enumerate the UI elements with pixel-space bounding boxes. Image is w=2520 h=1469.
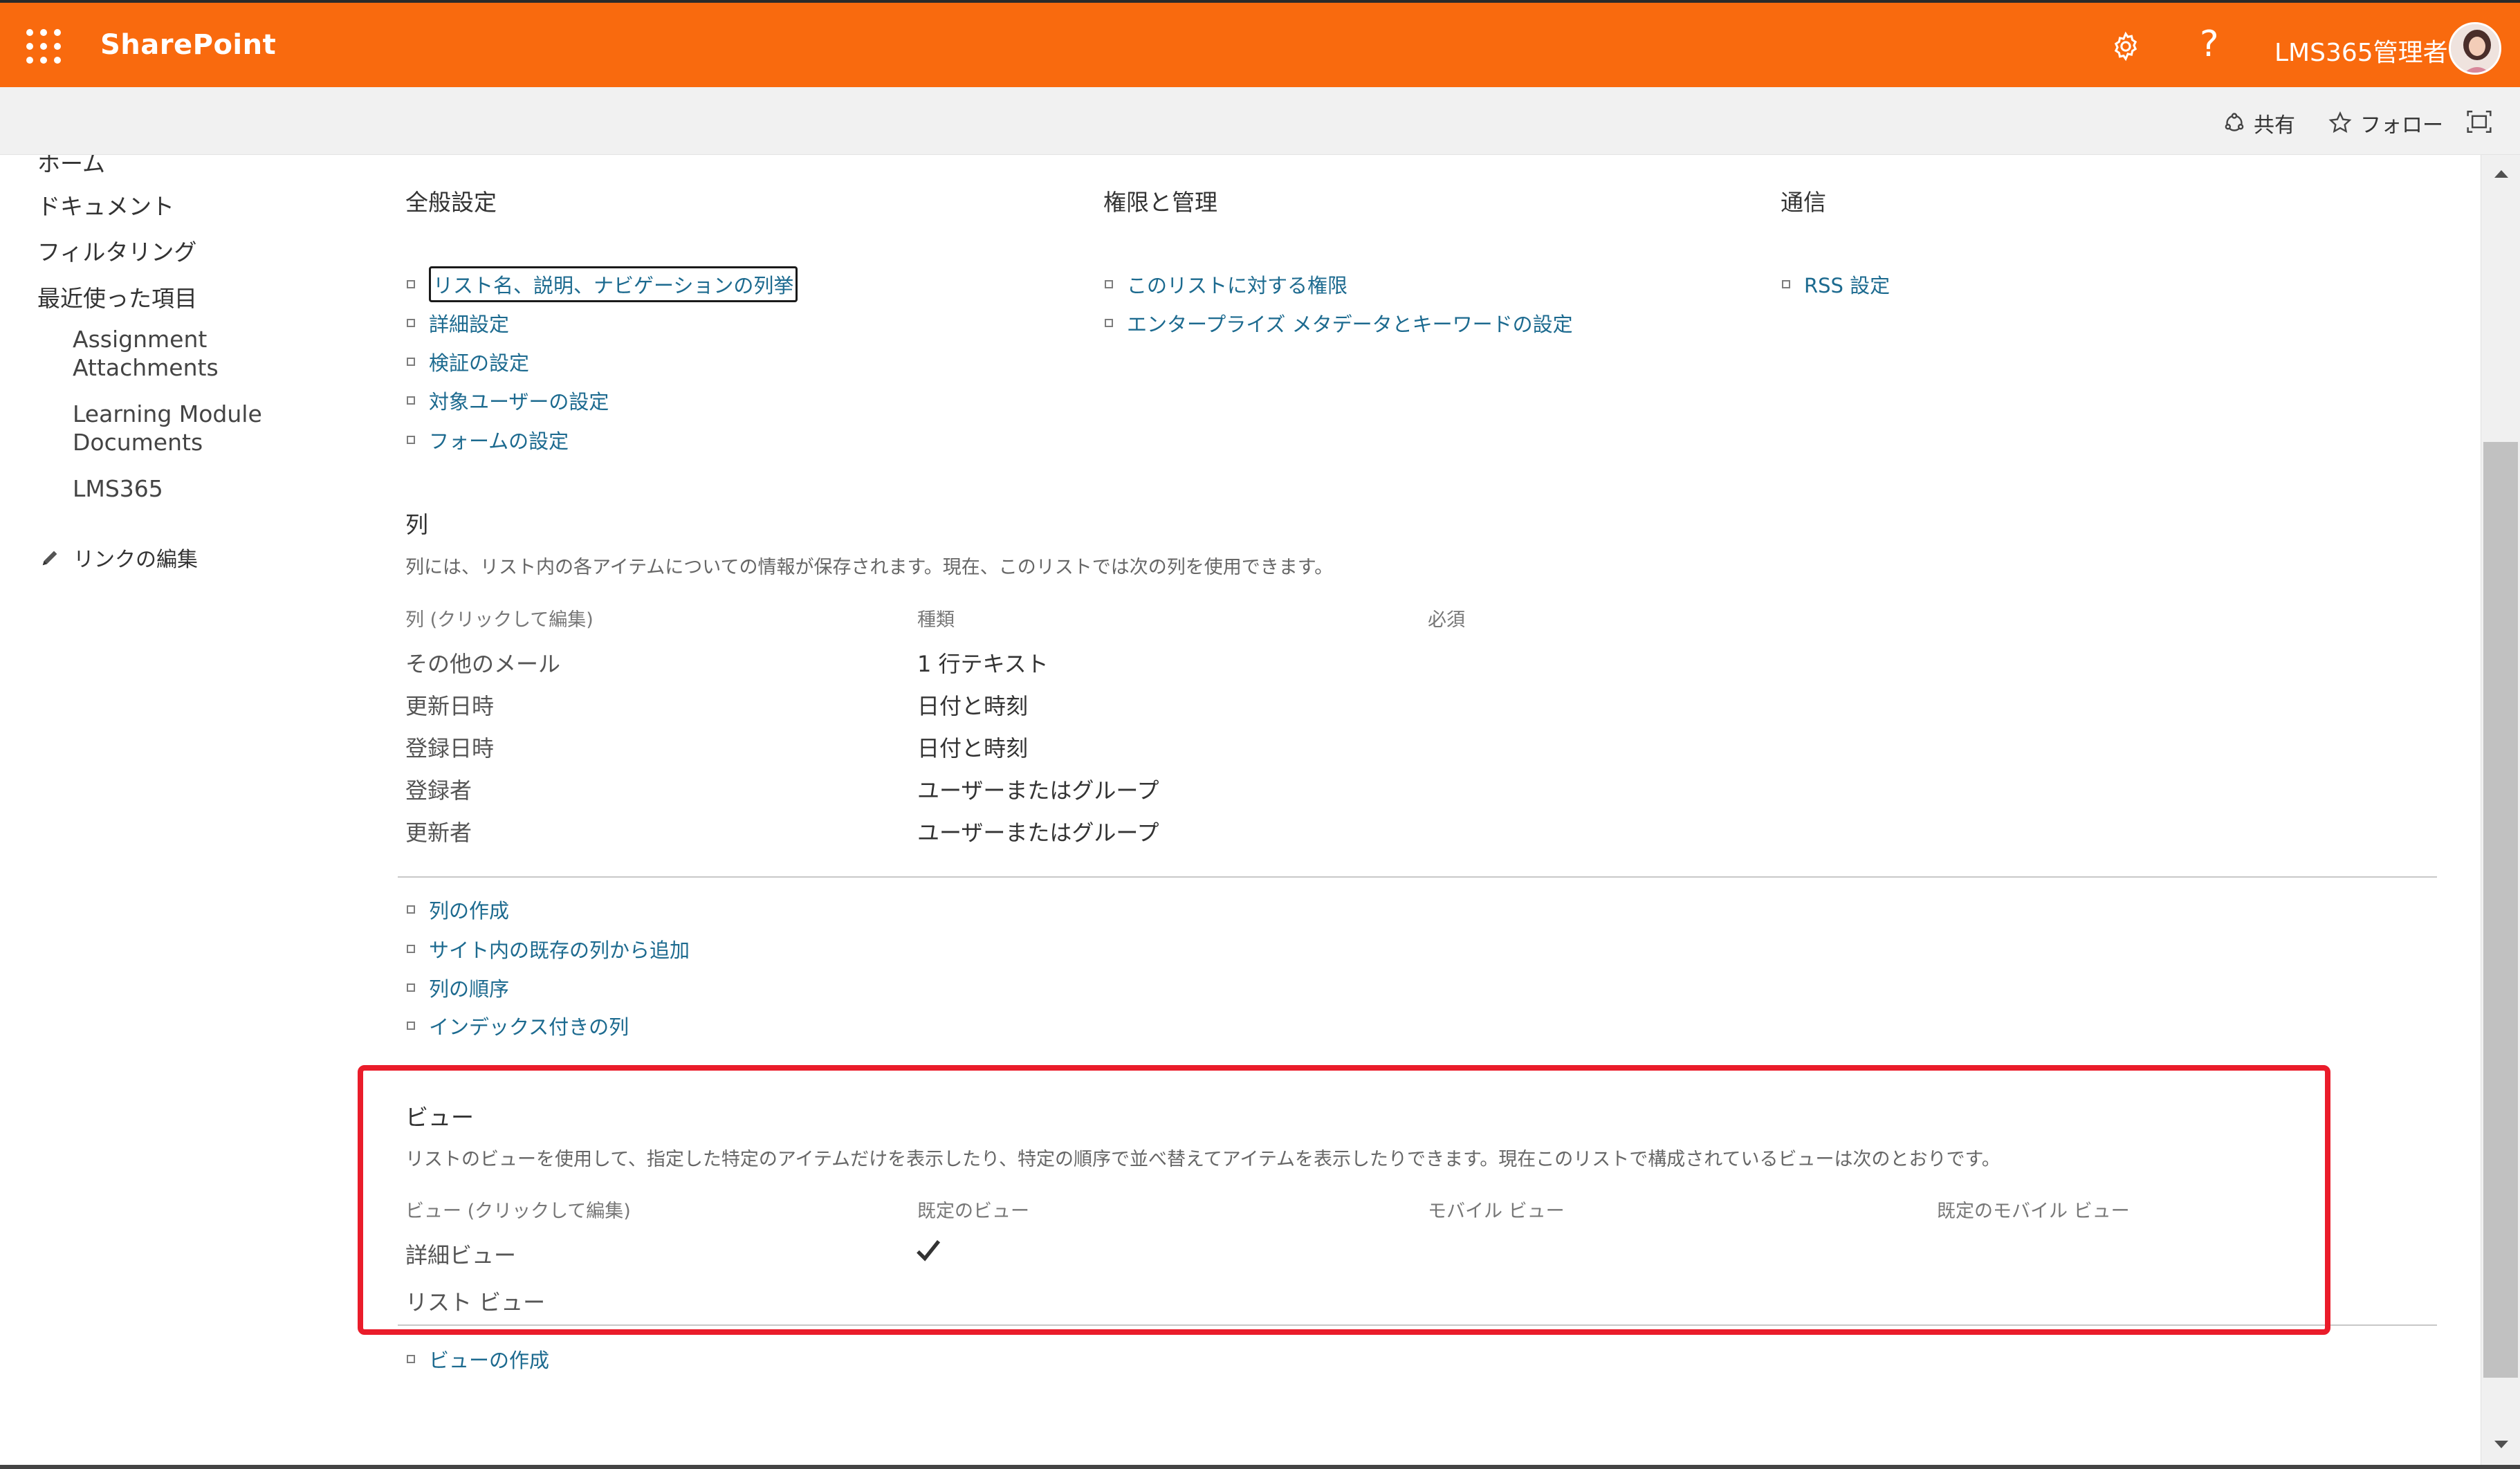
columns-link[interactable]: インデックス付きの列 xyxy=(407,1011,629,1040)
avatar[interactable] xyxy=(2449,22,2501,75)
bullet-icon xyxy=(1782,280,1790,288)
bullet-icon xyxy=(407,358,415,366)
permissions-title: 権限と管理 xyxy=(1103,189,1217,216)
follow-button[interactable]: フォロー xyxy=(2327,108,2443,138)
window-edge xyxy=(0,1465,2520,1469)
column-header-required: 必須 xyxy=(1428,609,1465,631)
bullet-icon xyxy=(1105,319,1113,327)
columns-link[interactable]: 列の順序 xyxy=(407,973,509,1002)
gear-icon[interactable] xyxy=(2110,30,2142,62)
link-label[interactable]: 対象ユーザーの設定 xyxy=(429,386,609,415)
app-launcher-icon[interactable] xyxy=(26,29,61,64)
help-icon[interactable]: ? xyxy=(2200,24,2219,65)
command-bar: 共有 フォロー xyxy=(0,87,2520,155)
general-settings-link[interactable]: リスト名、説明、ナビゲーションの列挙 xyxy=(407,266,798,302)
link-label[interactable]: エンタープライズ メタデータとキーワードの設定 xyxy=(1127,308,1573,338)
columns-description: 列には、リスト内の各アイテムについての情報が保存されます。現在、このリストでは次… xyxy=(405,557,1334,578)
columns-title: 列 xyxy=(405,511,428,538)
column-name-link[interactable]: 更新者 xyxy=(405,815,472,847)
link-label[interactable]: サイト内の既存の列から追加 xyxy=(429,934,690,963)
general-settings-title: 全般設定 xyxy=(405,189,497,216)
column-type: 1 行テキスト xyxy=(917,651,1049,677)
share-button[interactable]: 共有 xyxy=(2222,108,2295,138)
link-label[interactable]: インデックス付きの列 xyxy=(429,1011,629,1040)
permissions-link[interactable]: エンタープライズ メタデータとキーワードの設定 xyxy=(1105,308,1573,338)
column-name-link[interactable]: 更新日時 xyxy=(405,689,494,721)
divider xyxy=(398,876,2437,878)
communication-link[interactable]: RSS 設定 xyxy=(1782,270,1890,299)
general-settings-link[interactable]: 検証の設定 xyxy=(407,347,529,376)
communication-title: 通信 xyxy=(1781,189,1826,216)
link-label[interactable]: リスト名、説明、ナビゲーションの列挙 xyxy=(429,266,798,302)
bullet-icon xyxy=(407,1355,415,1363)
permissions-link[interactable]: このリストに対する権限 xyxy=(1105,270,1348,299)
general-settings-link[interactable]: 対象ユーザーの設定 xyxy=(407,386,609,415)
bullet-icon xyxy=(407,945,415,953)
link-label[interactable]: このリストに対する権限 xyxy=(1127,270,1348,299)
columns-link[interactable]: サイト内の既存の列から追加 xyxy=(407,934,690,963)
share-icon xyxy=(2225,113,2244,131)
columns-link[interactable]: 列の作成 xyxy=(407,895,509,924)
bullet-icon xyxy=(407,1022,415,1030)
bullet-icon xyxy=(407,436,415,444)
link-label[interactable]: 詳細設定 xyxy=(429,308,509,338)
focus-mode-icon[interactable] xyxy=(2465,109,2500,134)
column-type: ユーザーまたはグループ xyxy=(917,777,1159,804)
link-label[interactable]: フォームの設定 xyxy=(429,425,569,454)
scroll-down-icon[interactable] xyxy=(2491,1434,2512,1455)
link-label[interactable]: ビューの作成 xyxy=(429,1345,549,1374)
share-label: 共有 xyxy=(2254,113,2295,138)
suite-header: SharePoint ? LMS365管理者 xyxy=(0,0,2520,87)
bullet-icon xyxy=(407,905,415,914)
column-name-link[interactable]: 登録日時 xyxy=(405,731,494,763)
column-header-type: 種類 xyxy=(917,609,955,631)
bullet-icon xyxy=(407,396,415,405)
star-icon xyxy=(2328,111,2352,133)
column-type: 日付と時刻 xyxy=(917,735,1029,761)
user-name[interactable]: LMS365管理者 xyxy=(2274,33,2448,68)
link-label[interactable]: 列の作成 xyxy=(429,895,509,924)
views-link[interactable]: ビューの作成 xyxy=(407,1345,549,1374)
column-name-link[interactable]: 登録者 xyxy=(405,773,472,805)
bullet-icon xyxy=(1105,280,1113,288)
highlight-box xyxy=(358,1065,2330,1335)
column-type: ユーザーまたはグループ xyxy=(917,820,1159,846)
follow-label: フォロー xyxy=(2360,113,2443,138)
general-settings-link[interactable]: フォームの設定 xyxy=(407,425,569,454)
column-header-name: 列 (クリックして編集) xyxy=(405,609,594,631)
link-label[interactable]: 列の順序 xyxy=(429,973,509,1002)
scroll-up-icon[interactable] xyxy=(2491,163,2512,184)
bullet-icon xyxy=(407,983,415,992)
column-name-link[interactable]: その他のメール xyxy=(405,647,560,678)
scroll-thumb[interactable] xyxy=(2483,442,2518,1378)
link-label[interactable]: 検証の設定 xyxy=(429,347,529,376)
general-settings-link[interactable]: 詳細設定 xyxy=(407,308,509,338)
link-label[interactable]: RSS 設定 xyxy=(1804,270,1890,299)
bullet-icon xyxy=(407,319,415,327)
column-type: 日付と時刻 xyxy=(917,693,1029,719)
bullet-icon xyxy=(407,280,415,288)
vertical-scrollbar[interactable] xyxy=(2481,155,2520,1469)
app-name[interactable]: SharePoint xyxy=(100,29,276,61)
